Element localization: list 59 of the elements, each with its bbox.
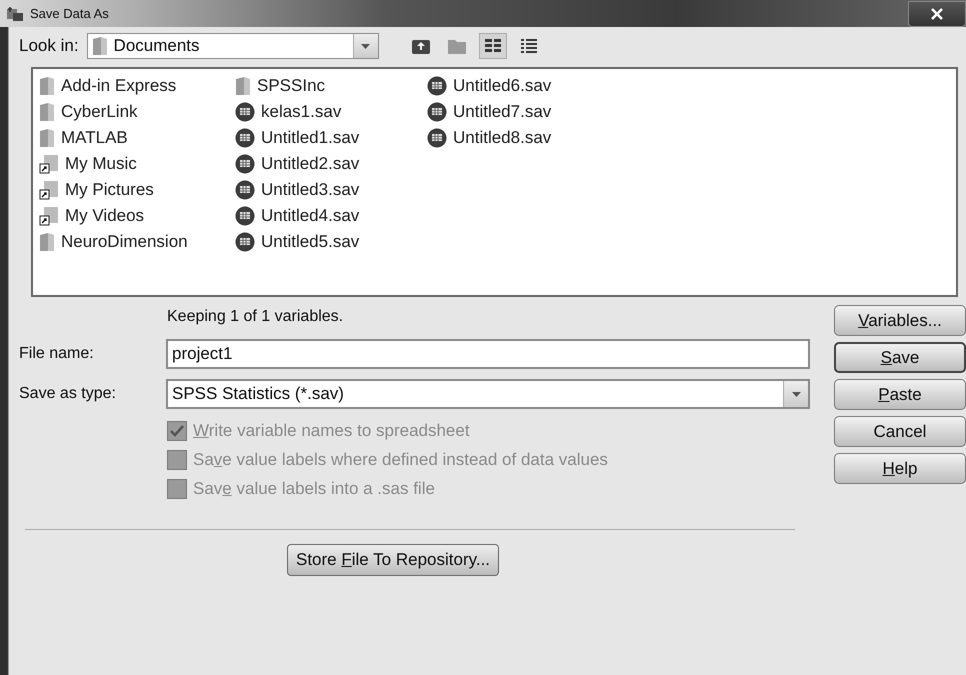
window-title: Save Data As [30, 6, 110, 21]
file-item[interactable]: Add-in Express [39, 73, 235, 99]
file-item[interactable]: My Videos [39, 203, 235, 229]
file-name-label: File name: [19, 345, 95, 363]
file-item[interactable]: Untitled7.sav [427, 99, 647, 125]
file-item[interactable]: kelas1.sav [235, 99, 427, 125]
folder-icon [39, 232, 55, 252]
close-icon [931, 8, 943, 20]
details-view-icon [520, 38, 538, 54]
shortcut-icon [39, 206, 59, 226]
file-item[interactable]: Untitled3.sav [235, 177, 427, 203]
data-file-icon [235, 206, 255, 226]
file-item[interactable]: SPSSInc [235, 73, 427, 99]
folder-icon [39, 76, 55, 96]
dialog-button[interactable]: Cancel [834, 416, 966, 447]
close-button[interactable] [908, 0, 966, 26]
data-file-icon [427, 128, 447, 148]
data-file-icon [235, 180, 255, 200]
folder-up-icon [410, 37, 431, 55]
folder-icon [39, 102, 55, 122]
file-item[interactable]: NeuroDimension [39, 229, 235, 255]
dialog-button[interactable]: Help [834, 453, 966, 484]
look-in-label: Look in: [19, 36, 79, 56]
shortcut-icon [39, 154, 59, 174]
caret-icon [792, 392, 800, 396]
look-in-dropdown[interactable]: Documents [86, 33, 379, 59]
save-as-type-label: Save as type: [19, 385, 117, 403]
file-item[interactable]: CyberLink [39, 99, 235, 125]
dialog-button[interactable]: Save [834, 342, 966, 373]
save-as-type-dropdown[interactable]: SPSS Statistics (*.sav) [166, 379, 810, 409]
toolbar-button[interactable] [478, 33, 507, 59]
data-file-icon [235, 128, 255, 148]
data-file-icon [427, 102, 447, 122]
folder-icon [92, 36, 108, 56]
file-item[interactable]: Untitled8.sav [427, 125, 647, 151]
app-icon [6, 6, 24, 22]
file-item[interactable]: Untitled1.sav [235, 125, 427, 151]
file-item[interactable]: Untitled4.sav [235, 203, 427, 229]
info-text: Keeping 1 of 1 variables. [167, 307, 344, 327]
caret-icon [361, 44, 370, 48]
dialog-button[interactable]: Paste [834, 379, 966, 410]
file-item[interactable]: My Music [39, 151, 235, 177]
data-file-icon [235, 154, 255, 174]
file-item[interactable]: Untitled6.sav [427, 73, 647, 99]
folder-icon [446, 37, 467, 55]
store-to-repository-button[interactable]: Store File To Repository... [287, 544, 500, 576]
dialog-button[interactable]: Variables... [834, 305, 966, 336]
folder-icon [235, 76, 251, 96]
file-item[interactable]: Untitled2.sav [235, 151, 427, 177]
file-item[interactable]: Untitled5.sav [235, 229, 427, 255]
data-file-icon [235, 232, 255, 252]
file-item[interactable]: MATLAB [39, 125, 235, 151]
data-file-icon [427, 76, 447, 96]
shortcut-icon [39, 180, 59, 200]
file-name-field[interactable]: project1 [166, 339, 810, 369]
list-view-icon [484, 38, 502, 54]
folder-icon [39, 128, 55, 148]
data-file-icon [235, 102, 255, 122]
file-item[interactable]: My Pictures [39, 177, 235, 203]
